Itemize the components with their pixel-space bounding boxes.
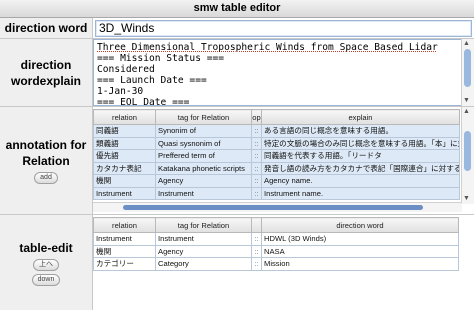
table-row[interactable]: 優先語 Preffered term of :: 同義語を代表する用語。「リード… xyxy=(93,149,460,163)
explain-line: Three Dimensional Tropospheric Winds fro… xyxy=(97,42,438,53)
relation-cell[interactable]: 優先語 xyxy=(93,149,156,163)
explain-cell[interactable]: 発音し語の読み方をカタカナで表記「国際連合」に対する「 xyxy=(261,161,460,175)
direction-word-row: direction word 3D_Winds xyxy=(0,18,474,39)
direction-word-label-text: direction word xyxy=(4,21,88,35)
scroll-up-icon[interactable]: ▲ xyxy=(463,108,470,116)
table-row[interactable]: 機関 Agency :: NASA xyxy=(93,244,459,258)
table-edit-row: table-edit 上へ down relation tag for Rela… xyxy=(0,215,474,310)
direction-word-cell[interactable]: Mission xyxy=(261,257,459,271)
relation-cell[interactable]: カタカナ表記 xyxy=(93,161,156,175)
explain-line: === Launch Date === xyxy=(97,75,207,86)
move-up-button[interactable]: 上へ xyxy=(33,258,59,271)
column-header[interactable]: direction word xyxy=(261,217,459,233)
annotation-vscroll[interactable]: ▲ ▼ xyxy=(461,107,474,204)
relation-cell[interactable]: 機関 xyxy=(93,244,156,258)
relation-cell[interactable]: Instrument xyxy=(93,232,156,246)
explain-row: direction wordexplain Three Dimensional … xyxy=(0,39,474,107)
op-cell[interactable]: :: xyxy=(251,149,262,163)
explain-cell[interactable]: ある言語の同じ概念を意味する用語。 xyxy=(261,124,460,138)
relation-cell[interactable]: Instrument xyxy=(93,186,156,200)
column-header[interactable]: relation xyxy=(93,109,156,125)
explain-line: === EOL Date === xyxy=(97,97,190,106)
annotation-cell: relation tag for Relation op explain 同義語… xyxy=(93,107,474,214)
annotation-vscroll-thumb[interactable] xyxy=(464,131,471,171)
table-edit-label-text: table-edit xyxy=(19,240,73,255)
explain-scroll-thumb[interactable] xyxy=(464,49,471,87)
direction-word-label: direction word xyxy=(0,18,93,38)
tag-cell[interactable]: Katakana phonetic scripts xyxy=(155,161,252,175)
window-title: smw table editor xyxy=(0,0,474,18)
tag-cell[interactable]: Quasi sysnonim of xyxy=(155,136,252,150)
tag-cell[interactable]: Synonim of xyxy=(155,124,252,138)
relation-cell[interactable]: カテゴリー xyxy=(93,257,156,271)
table-row[interactable]: Instrument Instrument :: HDWL (3D Winds) xyxy=(93,232,459,246)
table-row[interactable]: 機関 Agency :: Agency name. xyxy=(93,174,460,188)
scroll-down-icon[interactable]: ▼ xyxy=(463,97,470,105)
explain-line: 1-Jan-30 xyxy=(97,86,144,97)
column-header[interactable]: op xyxy=(251,109,262,125)
table-edit-cell: relation tag for Relation direction word… xyxy=(93,215,474,310)
tag-cell[interactable]: Instrument xyxy=(155,232,252,246)
explain-cell[interactable]: Agency name. xyxy=(261,174,460,188)
annotation-label: annotation for Relation add xyxy=(0,107,93,214)
op-cell[interactable]: :: xyxy=(251,257,262,271)
relation-cell[interactable]: 類義語 xyxy=(93,136,156,150)
explain-cell[interactable]: 特定の文脈の場合のみ同じ概念を意味する用語。「本」に対する「書 xyxy=(261,136,460,150)
table-row[interactable]: 類義語 Quasi sysnonim of :: 特定の文脈の場合のみ同じ概念を… xyxy=(93,136,460,150)
annotation-label-line2: Relation xyxy=(22,154,70,168)
explain-cell[interactable]: Instrument name. xyxy=(261,186,460,200)
annotation-label-line1: annotation for xyxy=(5,138,87,152)
table-edit-label: table-edit 上へ down xyxy=(0,215,93,310)
direction-word-cell[interactable]: HDWL (3D Winds) xyxy=(261,232,459,246)
move-down-button[interactable]: down xyxy=(31,273,61,286)
column-header[interactable]: relation xyxy=(93,217,156,233)
table-row[interactable]: 同義語 Synonim of :: ある言語の同じ概念を意味する用語。 xyxy=(93,124,460,138)
explain-label-line1: direction xyxy=(20,57,72,72)
explain-line: === Mission Status === xyxy=(97,53,225,64)
table-edit-header-row: relation tag for Relation direction word xyxy=(93,217,459,233)
scroll-up-icon[interactable]: ▲ xyxy=(463,40,470,48)
annotation-hscroll-thumb[interactable] xyxy=(123,205,423,210)
explain-cell: Three Dimensional Tropospheric Winds fro… xyxy=(93,39,474,106)
tag-cell[interactable]: Agency xyxy=(155,174,252,188)
tag-cell[interactable]: Agency xyxy=(155,244,252,258)
op-cell[interactable]: :: xyxy=(251,161,262,175)
tag-cell[interactable]: Instrument xyxy=(155,186,252,200)
table-edit-table: relation tag for Relation direction word… xyxy=(93,217,459,271)
explain-label: direction wordexplain xyxy=(0,39,93,106)
column-header[interactable]: explain xyxy=(261,109,460,125)
op-cell[interactable]: :: xyxy=(251,136,262,150)
op-cell[interactable]: :: xyxy=(251,244,262,258)
add-button[interactable]: add xyxy=(34,172,58,184)
explain-line: Considered xyxy=(97,64,155,75)
annotation-table: relation tag for Relation op explain 同義語… xyxy=(93,109,460,200)
direction-word-cell: 3D_Winds xyxy=(93,18,474,38)
explain-textarea[interactable]: Three Dimensional Tropospheric Winds fro… xyxy=(93,39,462,106)
op-cell[interactable]: :: xyxy=(251,124,262,138)
direction-word-cell[interactable]: NASA xyxy=(261,244,459,258)
annotation-header-row: relation tag for Relation op explain xyxy=(93,109,460,125)
op-cell[interactable]: :: xyxy=(251,174,262,188)
op-cell[interactable]: :: xyxy=(251,186,262,200)
relation-cell[interactable]: 機関 xyxy=(93,174,156,188)
table-row[interactable]: カテゴリー Category :: Mission xyxy=(93,257,459,271)
explain-scrollbar[interactable]: ▲ ▼ xyxy=(461,39,474,106)
annotation-row: annotation for Relation add relation tag… xyxy=(0,107,474,215)
table-row[interactable]: カタカナ表記 Katakana phonetic scripts :: 発音し語… xyxy=(93,161,460,175)
column-header[interactable]: tag for Relation xyxy=(155,109,252,125)
explain-label-line2: wordexplain xyxy=(10,73,81,88)
tag-cell[interactable]: Preffered term of xyxy=(155,149,252,163)
tag-cell[interactable]: Category xyxy=(155,257,252,271)
column-header[interactable]: tag for Relation xyxy=(155,217,252,233)
direction-word-input[interactable]: 3D_Winds xyxy=(95,20,472,37)
scroll-down-icon[interactable]: ▼ xyxy=(463,195,470,203)
op-cell[interactable]: :: xyxy=(251,232,262,246)
explain-cell[interactable]: 同義語を代表する用語。「リードタ xyxy=(261,149,460,163)
column-header[interactable] xyxy=(251,217,262,233)
relation-cell[interactable]: 同義語 xyxy=(93,124,156,138)
table-row[interactable]: Instrument Instrument :: Instrument name… xyxy=(93,186,460,200)
annotation-hscroll[interactable] xyxy=(93,202,462,212)
